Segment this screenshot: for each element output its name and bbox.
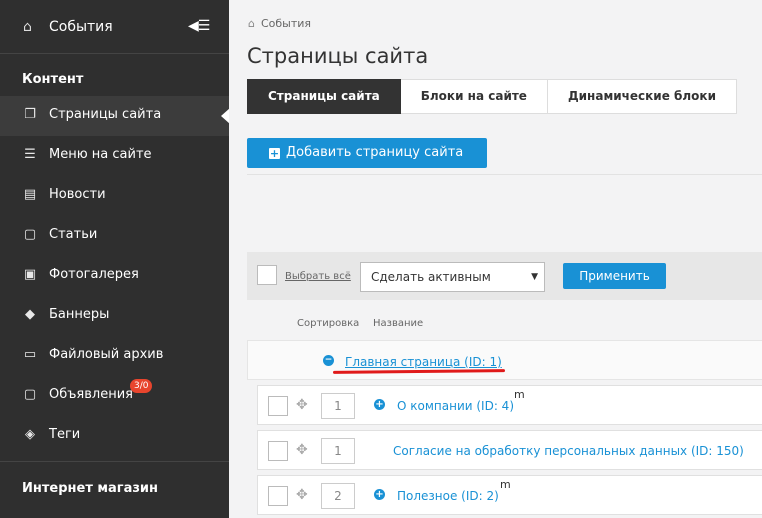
root-page-link[interactable]: Главная страница (ID: 1) (345, 355, 502, 369)
sidebar-header: ⌂ События ◀☰ (0, 0, 229, 54)
add-page-button[interactable]: + Добавить страницу сайта (247, 138, 487, 168)
sort-input[interactable]: 1 (321, 393, 355, 419)
folder-icon: ▭ (23, 347, 37, 362)
drag-handle-icon[interactable]: ✥ (296, 487, 308, 503)
sidebar-item-label: Фотогалерея (49, 267, 139, 282)
sidebar-item-label: Теги (49, 427, 81, 442)
sort-input[interactable]: 1 (321, 438, 355, 464)
document-icon: ▢ (23, 227, 37, 242)
divider (247, 174, 762, 175)
sidebar-item-label: Новости (49, 187, 106, 202)
select-all-checkbox[interactable] (257, 265, 277, 285)
sidebar-divider (0, 461, 229, 462)
table-row: ✥ 2 + Полезное (ID: 2) m (257, 475, 762, 515)
page-link[interactable]: Согласие на обработку персональных данны… (393, 444, 744, 458)
sidebar-item-pages[interactable]: ❐ Страницы сайта (0, 96, 230, 136)
sidebar-header-title[interactable]: События (49, 19, 113, 35)
add-page-button-label: Добавить страницу сайта (286, 145, 464, 160)
drag-handle-icon[interactable]: ✥ (296, 442, 308, 458)
sidebar-item-menu[interactable]: ☰ Меню на сайте (0, 136, 229, 176)
plus-icon: + (269, 147, 280, 160)
sidebar-item-banners[interactable]: ◆ Баннеры (0, 296, 229, 336)
home-icon[interactable]: ⌂ (248, 17, 255, 30)
bulk-action-selected: Сделать активным (371, 270, 491, 284)
row-checkbox[interactable] (268, 396, 288, 416)
annotation-underline (332, 369, 506, 374)
column-header-name[interactable]: Название (373, 318, 423, 329)
row-checkbox[interactable] (268, 486, 288, 506)
list-icon: ☰ (24, 147, 36, 162)
sidebar-item-label: Баннеры (49, 307, 110, 322)
sidebar-section-shop: Интернет магазин (22, 481, 158, 496)
sidebar-item-news[interactable]: ▤ Новости (0, 176, 229, 216)
sidebar-item-ads[interactable]: ▢ Объявления 3/0 (0, 376, 229, 416)
sidebar-item-label: Объявления (49, 387, 133, 402)
tabs: Страницы сайта Блоки на сайте Динамическ… (247, 79, 737, 114)
sidebar-item-gallery[interactable]: ▣ Фотогалерея (0, 256, 229, 296)
main-content: ⌂ События Страницы сайта Страницы сайта Б… (229, 0, 762, 518)
sidebar: ⌂ События ◀☰ Контент ❐ Страницы сайта ☰ … (0, 0, 230, 518)
sidebar-item-articles[interactable]: ▢ Статьи (0, 216, 229, 256)
tag-icon: ◆ (25, 307, 35, 322)
home-icon[interactable]: ⌂ (23, 19, 32, 35)
breadcrumb: ⌂ События (248, 17, 311, 30)
table-row: ✥ 1 + О компании (ID: 4) m (257, 385, 762, 425)
tab-blocks[interactable]: Блоки на сайте (400, 79, 548, 114)
sidebar-item-files[interactable]: ▭ Файловый архив (0, 336, 229, 376)
sidebar-item-tags[interactable]: ◈ Теги (0, 416, 229, 456)
pages-icon: ❐ (24, 107, 36, 122)
newspaper-icon: ▤ (23, 187, 37, 202)
tree-root-row: − Главная страница (ID: 1) (247, 340, 762, 380)
sidebar-item-label: Статьи (49, 227, 98, 242)
menu-marker: m (500, 478, 511, 491)
collapse-icon[interactable]: − (323, 355, 334, 366)
file-icon: ▢ (23, 387, 37, 402)
table-row: ✥ 1 Согласие на обработку персональных д… (257, 430, 762, 470)
apply-button[interactable]: Применить (563, 263, 666, 289)
drag-handle-icon[interactable]: ✥ (296, 397, 308, 413)
sidebar-item-label: Страницы сайта (49, 107, 162, 122)
page-link[interactable]: Полезное (ID: 2) (397, 489, 499, 503)
tab-pages[interactable]: Страницы сайта (247, 79, 401, 114)
select-all-link[interactable]: Выбрать всё (285, 271, 351, 282)
bulk-actions-toolbar: Выбрать всё Сделать активным ▼ Применить (247, 252, 762, 300)
bulk-action-select[interactable]: Сделать активным ▼ (360, 262, 545, 292)
column-header-sort[interactable]: Сортировка (297, 318, 359, 329)
sort-input[interactable]: 2 (321, 483, 355, 509)
expand-icon[interactable]: + (374, 489, 385, 500)
tab-dynamic-blocks[interactable]: Динамические блоки (547, 79, 737, 114)
breadcrumb-current[interactable]: События (261, 17, 311, 30)
expand-icon[interactable]: + (374, 399, 385, 410)
image-icon: ▣ (23, 267, 37, 282)
sidebar-section-content: Контент (22, 72, 84, 87)
menu-marker: m (514, 388, 525, 401)
row-checkbox[interactable] (268, 441, 288, 461)
sidebar-item-label: Меню на сайте (49, 147, 152, 162)
collapse-sidebar-icon[interactable]: ◀☰ (188, 18, 210, 34)
chevron-down-icon: ▼ (531, 272, 538, 282)
tags-icon: ◈ (25, 427, 35, 442)
page-link[interactable]: О компании (ID: 4) (397, 399, 514, 413)
ads-count-badge: 3/0 (130, 379, 153, 393)
sidebar-item-label: Файловый архив (49, 347, 164, 362)
page-title: Страницы сайта (247, 44, 429, 68)
